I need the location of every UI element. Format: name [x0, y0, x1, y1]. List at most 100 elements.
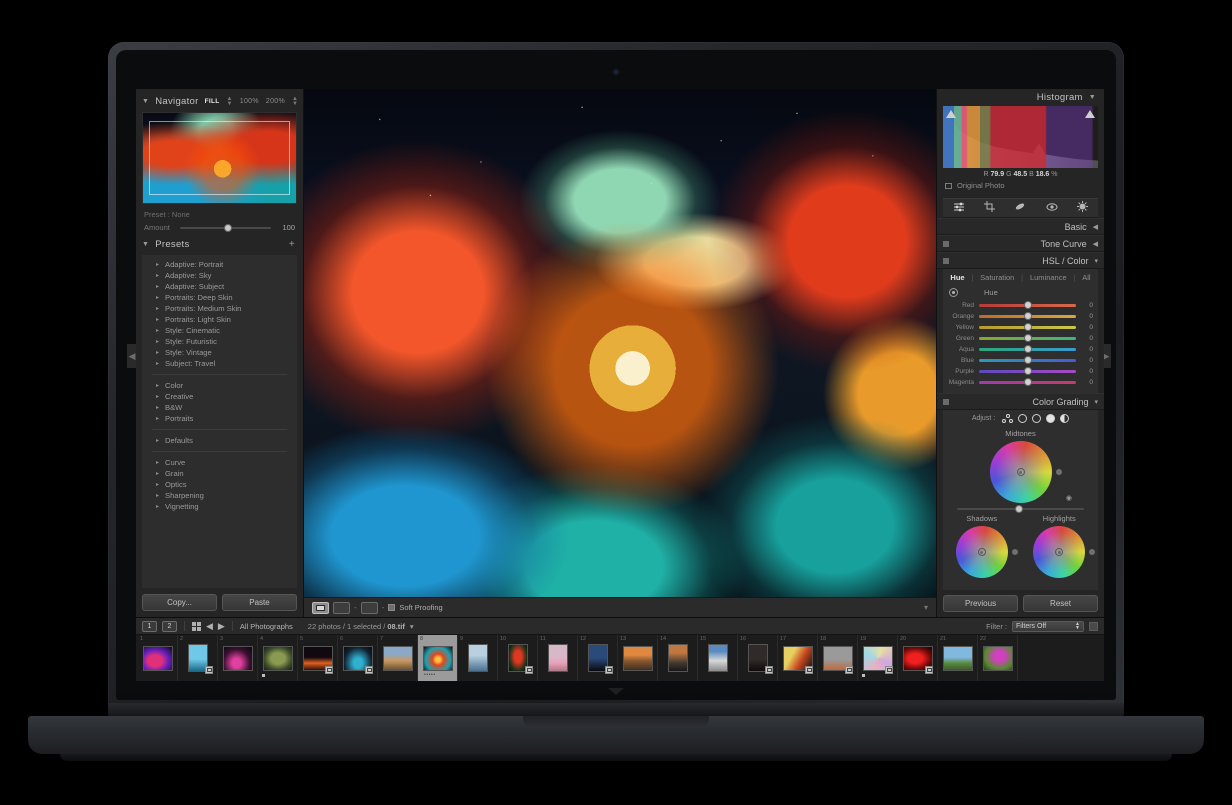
- list-item[interactable]: ▸Subject: Travel: [142, 358, 297, 369]
- list-item[interactable]: 2: [178, 635, 218, 681]
- compare-dropdown-chevron-icon[interactable]: -: [354, 603, 357, 612]
- list-item[interactable]: 7: [378, 635, 418, 681]
- triangle-down-icon[interactable]: ▾: [1094, 398, 1098, 406]
- develop-badge-icon[interactable]: [525, 666, 533, 674]
- thumbnail-image[interactable]: [623, 646, 653, 671]
- list-item[interactable]: ▸Vignetting: [142, 501, 297, 512]
- highlights-wheel-reset-dot[interactable]: [1089, 549, 1095, 555]
- list-item[interactable]: 4: [258, 635, 298, 681]
- list-item[interactable]: 14: [658, 635, 698, 681]
- histogram-header[interactable]: Histogram ▼: [937, 89, 1104, 106]
- list-item[interactable]: 16: [738, 635, 778, 681]
- chevron-right-icon[interactable]: ▸: [156, 338, 159, 345]
- source-label[interactable]: All Photographs: [240, 622, 293, 631]
- slider-knob[interactable]: [1024, 334, 1032, 342]
- original-photo-row[interactable]: Original Photo: [937, 180, 1104, 195]
- slider-track[interactable]: [979, 359, 1076, 362]
- list-item[interactable]: 13: [618, 635, 658, 681]
- chevron-right-icon[interactable]: ▸: [156, 459, 159, 466]
- presets-list[interactable]: ▸Adaptive: Portrait ▸Adaptive: Sky ▸Adap…: [142, 255, 297, 588]
- hsl-slider-green[interactable]: Green 0: [943, 333, 1098, 344]
- red-eye-icon[interactable]: [1046, 202, 1058, 215]
- chevron-right-icon[interactable]: ▸: [156, 470, 159, 477]
- filename-chevron-icon[interactable]: ▾: [410, 622, 414, 631]
- chevron-right-icon[interactable]: ▸: [156, 404, 159, 411]
- zoom-100-button[interactable]: 100%: [240, 98, 259, 105]
- masking-icon[interactable]: [1077, 201, 1088, 215]
- thumbnail-image[interactable]: [223, 646, 253, 671]
- list-item[interactable]: 5: [298, 635, 338, 681]
- slider-track[interactable]: [979, 381, 1076, 384]
- list-item[interactable]: 11: [538, 635, 578, 681]
- slider-knob[interactable]: [1024, 312, 1032, 320]
- develop-badge-icon[interactable]: [765, 666, 773, 674]
- slider-track[interactable]: [979, 348, 1076, 351]
- shadows-wheel-reset-dot[interactable]: [1012, 549, 1018, 555]
- hsl-slider-red[interactable]: Red 0: [943, 300, 1098, 311]
- previous-button[interactable]: Previous: [943, 595, 1018, 612]
- thumbnail-image[interactable]: [383, 646, 413, 671]
- list-item[interactable]: 12: [578, 635, 618, 681]
- thumbnail-image[interactable]: [943, 646, 973, 671]
- flag-dot-icon[interactable]: [862, 674, 865, 677]
- flag-dot-icon[interactable]: [262, 674, 265, 677]
- hsl-slider-magenta[interactable]: Magenta 0: [943, 377, 1098, 388]
- amount-slider-row[interactable]: Amount 100: [144, 223, 295, 232]
- filter-toggle-button[interactable]: [1089, 622, 1098, 631]
- switch-icon[interactable]: [943, 258, 949, 264]
- develop-badge-icon[interactable]: [925, 666, 933, 674]
- section-tone-curve[interactable]: Tone Curve ◀: [937, 235, 1104, 252]
- list-item[interactable]: 10: [498, 635, 538, 681]
- slider-track[interactable]: [979, 304, 1076, 307]
- zoom-fill-stepper-icon[interactable]: ▲▼: [227, 97, 233, 107]
- slider-track[interactable]: [979, 326, 1076, 329]
- list-item[interactable]: 19: [858, 635, 898, 681]
- list-item[interactable]: 1: [138, 635, 178, 681]
- crop-icon[interactable]: [984, 201, 995, 215]
- thumbnail-image[interactable]: [548, 644, 568, 672]
- chevron-left-icon[interactable]: ◀: [1093, 240, 1098, 248]
- midtones-luminance-track[interactable]: [957, 508, 1084, 510]
- soft-proofing-checkbox[interactable]: [388, 604, 395, 611]
- global-circle-icon[interactable]: [1060, 414, 1069, 423]
- grid-view-icon[interactable]: [192, 622, 201, 631]
- chevron-right-icon[interactable]: ▸: [156, 327, 159, 334]
- midtones-luminance-row[interactable]: ◉: [943, 503, 1098, 510]
- zoom-200-button[interactable]: 200%: [266, 98, 285, 105]
- chevron-right-icon[interactable]: ▸: [156, 492, 159, 499]
- chevron-right-icon[interactable]: ▸: [156, 437, 159, 444]
- tab-luminance[interactable]: Luminance: [1030, 273, 1067, 282]
- navigator-crop-rect[interactable]: [149, 121, 290, 195]
- hsl-slider-aqua[interactable]: Aqua 0: [943, 344, 1098, 355]
- tab-hue[interactable]: Hue: [950, 273, 964, 282]
- reset-button[interactable]: Reset: [1023, 595, 1098, 612]
- slider-knob[interactable]: [1024, 345, 1032, 353]
- navigator-preview[interactable]: [142, 112, 297, 204]
- three-way-cluster-icon[interactable]: [1002, 414, 1013, 423]
- develop-badge-icon[interactable]: [805, 666, 813, 674]
- list-item[interactable]: 3: [218, 635, 258, 681]
- list-item[interactable]: 20: [898, 635, 938, 681]
- list-item[interactable]: 9: [458, 635, 498, 681]
- midtones-color-wheel[interactable]: [990, 441, 1052, 503]
- slider-knob[interactable]: [1024, 378, 1032, 386]
- list-item-selected[interactable]: 8•••••: [418, 635, 458, 681]
- chevron-right-icon[interactable]: ▸: [156, 294, 159, 301]
- section-hsl-color[interactable]: HSL / Color ▾: [937, 252, 1104, 269]
- list-item[interactable]: ▸Color: [142, 380, 297, 391]
- hsl-slider-yellow[interactable]: Yellow 0: [943, 322, 1098, 333]
- section-basic[interactable]: Basic ◀: [937, 218, 1104, 235]
- chevron-right-icon[interactable]: ▸: [156, 382, 159, 389]
- list-item[interactable]: 21: [938, 635, 978, 681]
- switch-icon[interactable]: [943, 241, 949, 247]
- develop-badge-icon[interactable]: [845, 666, 853, 674]
- list-item[interactable]: ▸Sharpening: [142, 490, 297, 501]
- hsl-slider-purple[interactable]: Purple 0: [943, 366, 1098, 377]
- list-item[interactable]: ▸Creative: [142, 391, 297, 402]
- slider-knob[interactable]: [1024, 367, 1032, 375]
- thumbnail-image[interactable]: [708, 644, 728, 672]
- switch-icon[interactable]: [943, 399, 949, 405]
- original-photo-checkbox[interactable]: [945, 183, 952, 189]
- list-item[interactable]: ▸Portraits: Medium Skin: [142, 303, 297, 314]
- filmstrip-thumbnails[interactable]: 1 2 3 4 5 6 7 8••••• 9 10 11 12 13 14 15…: [136, 635, 1104, 681]
